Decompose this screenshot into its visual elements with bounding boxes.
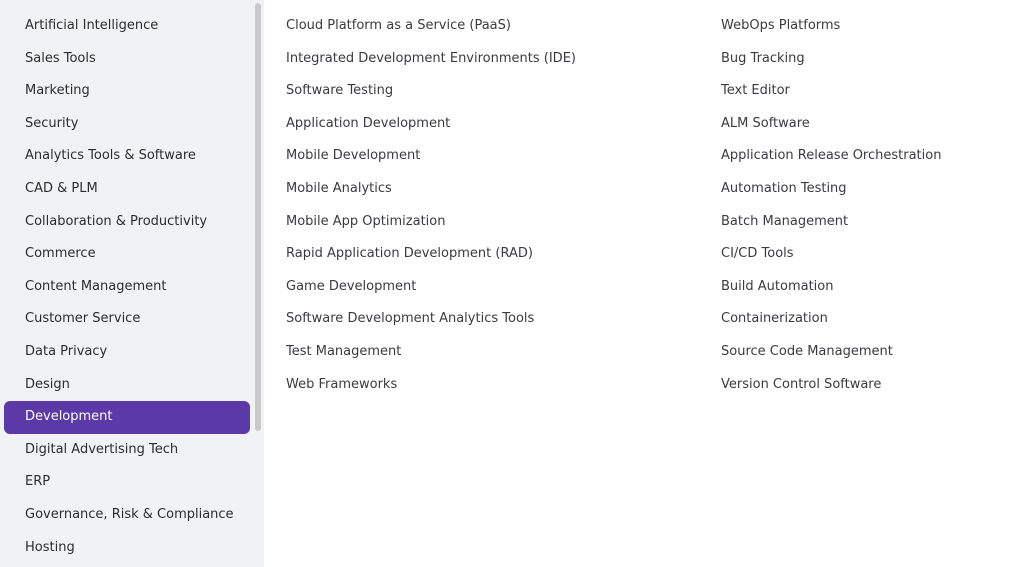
sidebar-item-hosting[interactable]: Hosting xyxy=(4,532,250,565)
subcategory-link[interactable]: CI/CD Tools xyxy=(721,238,1021,271)
subcategory-link[interactable]: Web Frameworks xyxy=(286,369,706,402)
sidebar-item-cad-plm[interactable]: CAD & PLM xyxy=(4,173,250,206)
subcategory-link[interactable]: Mobile Development xyxy=(286,140,706,173)
subcategory-column-2: WebOps Platforms Bug Tracking Text Edito… xyxy=(721,10,1021,401)
subcategory-link[interactable]: Software Testing xyxy=(286,75,706,108)
sidebar-item-analytics-tools[interactable]: Analytics Tools & Software xyxy=(4,140,250,173)
sidebar-item-marketing[interactable]: Marketing xyxy=(4,75,250,108)
subcategory-link[interactable]: Text Editor xyxy=(721,75,1021,108)
subcategory-panel: Cloud Platform as a Service (PaaS) Integ… xyxy=(264,0,1024,567)
sidebar-item-design[interactable]: Design xyxy=(4,369,250,402)
subcategory-link[interactable]: Game Development xyxy=(286,271,706,304)
sidebar-item-collaboration[interactable]: Collaboration & Productivity xyxy=(4,206,250,239)
subcategory-link[interactable]: Test Management xyxy=(286,336,706,369)
subcategory-link[interactable]: Version Control Software xyxy=(721,369,1021,402)
sidebar-item-commerce[interactable]: Commerce xyxy=(4,238,250,271)
subcategory-link[interactable]: Mobile Analytics xyxy=(286,173,706,206)
sidebar-item-governance[interactable]: Governance, Risk & Compliance xyxy=(4,499,250,532)
sidebar-item-digital-advertising[interactable]: Digital Advertising Tech xyxy=(4,434,250,467)
sidebar-item-artificial-intelligence[interactable]: Artificial Intelligence xyxy=(4,10,250,43)
subcategory-link[interactable]: Batch Management xyxy=(721,206,1021,239)
subcategory-link[interactable]: Bug Tracking xyxy=(721,43,1021,76)
sidebar-list: Artificial Intelligence Sales Tools Mark… xyxy=(4,10,250,564)
subcategory-link[interactable]: Source Code Management xyxy=(721,336,1021,369)
sidebar-scrollbar-thumb[interactable] xyxy=(255,3,261,431)
subcategory-link[interactable]: Application Release Orchestration xyxy=(721,140,1021,173)
sidebar-item-erp[interactable]: ERP xyxy=(4,466,250,499)
subcategory-column-1: Cloud Platform as a Service (PaaS) Integ… xyxy=(286,10,706,401)
subcategory-link[interactable]: Cloud Platform as a Service (PaaS) xyxy=(286,10,706,43)
sidebar-item-content-management[interactable]: Content Management xyxy=(4,271,250,304)
subcategory-link[interactable]: Build Automation xyxy=(721,271,1021,304)
category-menu: Artificial Intelligence Sales Tools Mark… xyxy=(0,0,1024,567)
subcategory-link[interactable]: WebOps Platforms xyxy=(721,10,1021,43)
sidebar-item-development[interactable]: Development xyxy=(4,401,250,434)
sidebar-item-data-privacy[interactable]: Data Privacy xyxy=(4,336,250,369)
subcategory-link[interactable]: Application Development xyxy=(286,108,706,141)
subcategory-link[interactable]: Software Development Analytics Tools xyxy=(286,303,706,336)
sidebar-item-sales-tools[interactable]: Sales Tools xyxy=(4,43,250,76)
subcategory-link[interactable]: Mobile App Optimization xyxy=(286,206,706,239)
sidebar: Artificial Intelligence Sales Tools Mark… xyxy=(0,0,264,567)
subcategory-link[interactable]: ALM Software xyxy=(721,108,1021,141)
sidebar-item-customer-service[interactable]: Customer Service xyxy=(4,303,250,336)
subcategory-link[interactable]: Integrated Development Environments (IDE… xyxy=(286,43,706,76)
sidebar-item-security[interactable]: Security xyxy=(4,108,250,141)
subcategory-link[interactable]: Containerization xyxy=(721,303,1021,336)
subcategory-link[interactable]: Automation Testing xyxy=(721,173,1021,206)
subcategory-link[interactable]: Rapid Application Development (RAD) xyxy=(286,238,706,271)
